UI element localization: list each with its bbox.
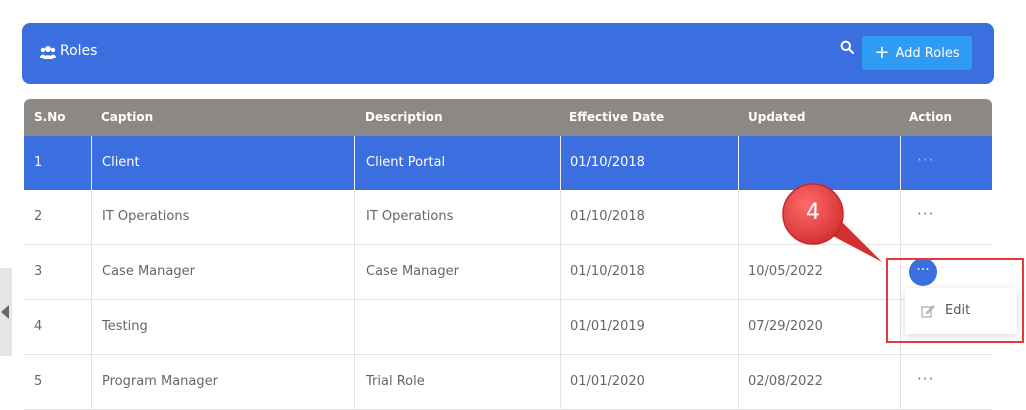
cell-caption: IT Operations [102,209,190,224]
cell-effective-date: 01/10/2018 [570,264,645,279]
cell-description: IT Operations [366,209,454,224]
table-row[interactable]: 5 Program Manager Trial Role 01/01/2020 … [24,355,992,410]
users-icon [40,46,56,59]
cell-caption: Program Manager [102,374,218,389]
cell-description: Trial Role [366,374,425,389]
cell-caption: Case Manager [102,264,195,279]
chevron-left-icon [1,305,9,319]
column-header-description[interactable]: Description [365,110,443,124]
cell-sno: 2 [34,209,43,224]
cell-sno: 1 [34,155,43,170]
column-header-effective-date[interactable]: Effective Date [569,110,664,124]
roles-header: Roles + Add Roles [22,23,994,84]
step-number: 4 [806,200,820,225]
column-header-caption[interactable]: Caption [101,110,153,124]
cell-effective-date: 01/10/2018 [570,155,645,170]
page-title: Roles [60,43,98,59]
cell-sno: 3 [34,264,43,279]
cell-caption: Testing [102,319,148,334]
step-callout [782,183,882,262]
search-icon[interactable] [840,40,854,54]
cell-description: Case Manager [366,264,459,279]
row-actions-icon[interactable]: ··· [917,150,934,170]
cell-effective-date: 01/01/2019 [570,319,645,334]
cell-updated: 02/08/2022 [748,374,823,389]
sidebar-collapse-tab[interactable] [0,268,12,356]
cell-description: Client Portal [366,155,446,170]
table-row[interactable]: 4 Testing 01/01/2019 07/29/2020 [24,300,992,355]
cell-effective-date: 01/01/2020 [570,374,645,389]
cell-sno: 5 [34,374,43,389]
column-header-sno[interactable]: S.No [34,110,66,124]
cell-caption: Client [102,155,140,170]
add-roles-label: Add Roles [895,45,960,61]
cell-updated: 07/29/2020 [748,319,823,334]
add-roles-button[interactable]: + Add Roles [862,36,972,70]
column-header-updated[interactable]: Updated [748,110,806,124]
row-actions-icon[interactable]: ··· [917,369,934,389]
cell-effective-date: 01/10/2018 [570,209,645,224]
column-header-action: Action [909,110,953,124]
plus-icon: + [874,42,890,63]
table-header: S.No Caption Description Effective Date … [24,99,992,136]
row-actions-icon[interactable]: ··· [917,204,934,224]
cell-sno: 4 [34,319,43,334]
